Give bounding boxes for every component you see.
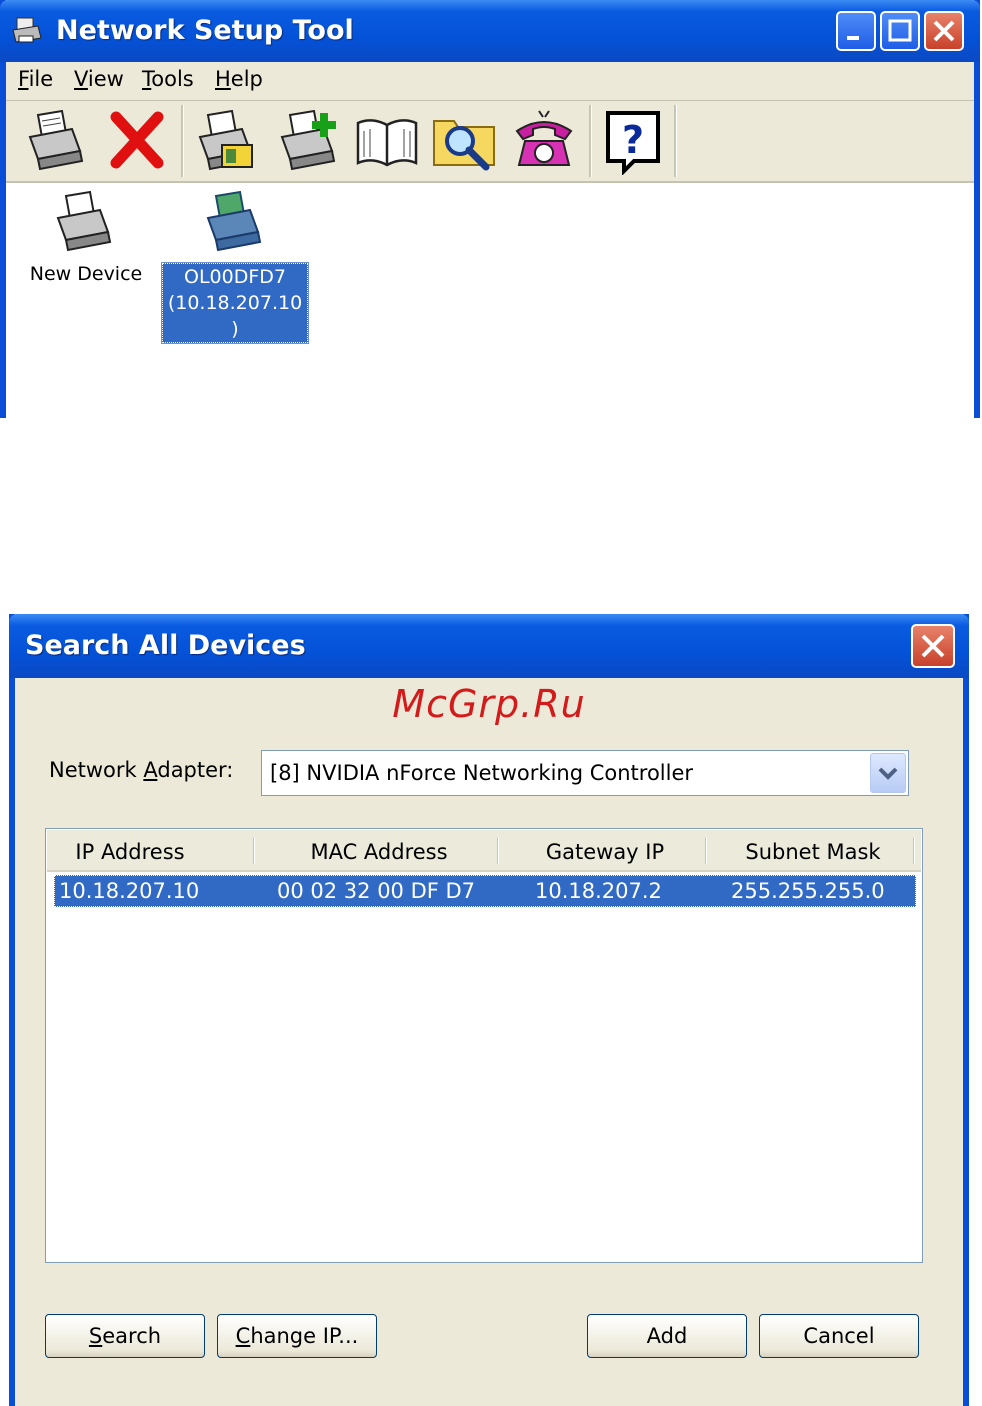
menu-bar: File View Tools Help bbox=[6, 62, 974, 101]
column-separator[interactable] bbox=[705, 838, 707, 864]
column-gateway-ip[interactable]: Gateway IP bbox=[501, 840, 709, 864]
column-separator[interactable] bbox=[253, 838, 255, 864]
printer-selected-icon bbox=[206, 190, 262, 252]
network-adapter-label: Network Adapter: bbox=[49, 758, 234, 782]
menu-view[interactable]: View bbox=[74, 67, 124, 91]
svg-text:?: ? bbox=[622, 118, 644, 162]
device-name: OL00DFD7 bbox=[184, 266, 286, 288]
cell-ip: 10.18.207.10 bbox=[59, 879, 200, 903]
search-all-devices-dialog: Search All Devices McGrp.Ru Network Adap… bbox=[9, 614, 969, 1406]
help-icon[interactable]: ? bbox=[598, 107, 668, 175]
window-title: Network Setup Tool bbox=[56, 15, 354, 46]
device-label: New Device bbox=[29, 263, 143, 285]
cell-mask: 255.255.255.0 bbox=[731, 879, 885, 903]
maximize-icon bbox=[888, 19, 912, 42]
toolbar-separator bbox=[674, 105, 677, 177]
column-subnet-mask[interactable]: Subnet Mask bbox=[709, 840, 917, 864]
search-button[interactable]: Search bbox=[45, 1314, 205, 1358]
maximize-button[interactable] bbox=[880, 11, 920, 51]
column-ip-address[interactable]: IP Address bbox=[55, 840, 205, 864]
add-button[interactable]: Add bbox=[587, 1314, 747, 1358]
network-adapter-value: [8] NVIDIA nForce Networking Controller bbox=[270, 761, 694, 785]
cell-gateway: 10.18.207.2 bbox=[535, 879, 662, 903]
configure-device-icon[interactable] bbox=[192, 107, 262, 175]
toolbar-separator bbox=[181, 105, 184, 177]
close-button[interactable] bbox=[924, 11, 964, 51]
network-setup-window: Network Setup Tool File View Tools Help bbox=[0, 0, 980, 418]
chevron-down-icon bbox=[878, 767, 898, 780]
add-device-icon[interactable] bbox=[274, 107, 344, 175]
watermark: McGrp.Ru bbox=[392, 682, 586, 726]
menu-tools[interactable]: Tools bbox=[142, 67, 194, 91]
change-ip-button[interactable]: Change IP... bbox=[217, 1314, 377, 1358]
menu-file[interactable]: File bbox=[18, 67, 53, 91]
minimize-icon bbox=[847, 36, 859, 40]
dropdown-button[interactable] bbox=[870, 753, 906, 793]
network-adapter-select[interactable]: [8] NVIDIA nForce Networking Controller bbox=[261, 750, 909, 796]
toolbar: ? bbox=[6, 101, 974, 183]
minimize-button[interactable] bbox=[836, 11, 876, 51]
list-header: IP Address MAC Address Gateway IP Subnet… bbox=[47, 830, 921, 872]
phone-icon[interactable] bbox=[509, 107, 579, 175]
device-label-selected: OL00DFD7 (10.18.207.10 ) bbox=[161, 262, 309, 344]
device-ip-end: ) bbox=[231, 318, 239, 340]
new-device-icon[interactable] bbox=[22, 107, 92, 175]
column-mac-address[interactable]: MAC Address bbox=[257, 840, 501, 864]
device-ip: (10.18.207.10 bbox=[167, 292, 303, 314]
device-view[interactable]: New Device OL00DFD7 (10.18.207.10 ) bbox=[6, 183, 974, 418]
dialog-titlebar[interactable]: Search All Devices bbox=[9, 614, 969, 678]
device-selected[interactable]: OL00DFD7 (10.18.207.10 ) bbox=[161, 183, 312, 348]
delete-icon[interactable] bbox=[102, 107, 172, 175]
close-icon bbox=[933, 20, 955, 42]
close-icon bbox=[921, 634, 945, 658]
toolbar-separator bbox=[589, 105, 592, 177]
dialog-title: Search All Devices bbox=[25, 630, 306, 661]
dialog-close-button[interactable] bbox=[911, 624, 955, 668]
search-folder-icon[interactable] bbox=[430, 107, 500, 175]
titlebar[interactable]: Network Setup Tool bbox=[0, 0, 980, 62]
cell-mac: 00 02 32 00 DF D7 bbox=[277, 879, 476, 903]
printer-icon bbox=[56, 190, 112, 252]
column-separator[interactable] bbox=[913, 838, 915, 864]
cancel-button[interactable]: Cancel bbox=[759, 1314, 919, 1358]
book-icon[interactable] bbox=[352, 107, 422, 175]
column-separator[interactable] bbox=[497, 838, 499, 864]
printer-app-icon bbox=[12, 17, 42, 43]
table-row[interactable]: 10.18.207.10 00 02 32 00 DF D7 10.18.207… bbox=[54, 875, 916, 907]
devices-list[interactable]: IP Address MAC Address Gateway IP Subnet… bbox=[45, 828, 923, 1263]
menu-help[interactable]: Help bbox=[215, 67, 263, 91]
device-new[interactable]: New Device bbox=[6, 183, 166, 303]
